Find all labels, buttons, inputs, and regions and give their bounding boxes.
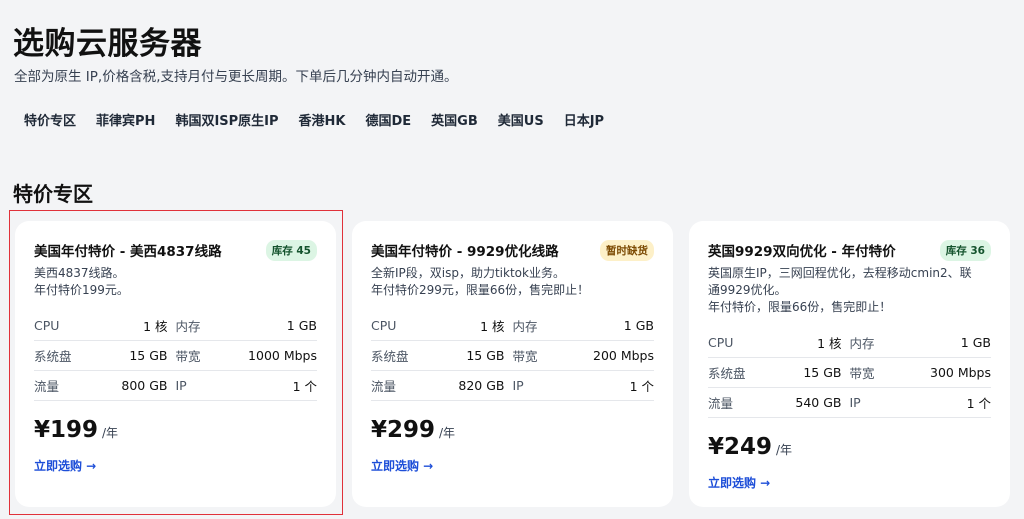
price: ¥249 <box>708 434 773 460</box>
buy-now-link[interactable]: 立即选购 → <box>34 457 96 474</box>
product-name: 美国年付特价 - 9929优化线路 <box>371 244 559 260</box>
spec-value: 1 GB <box>623 318 654 333</box>
region-tabs: 特价专区 菲律宾PH 韩国双ISP原生IP 香港HK 德国DE 英国GB 美国U… <box>14 106 614 133</box>
spec-row: 流量 800 GB IP 1 个 <box>34 371 317 401</box>
section-title: 特价专区 <box>13 182 93 206</box>
product-description: 英国原生IP，三网回程优化，去程移动cmin2、联 通9929优化。 年付特价，… <box>708 266 972 314</box>
price-unit: /年 <box>102 426 119 440</box>
spec-label: 流量 <box>34 379 60 394</box>
spec-table: CPU 1 核 内存 1 GB 系统盘 15 GB 带宽 200 Mbps 流量 820 … <box>371 311 654 401</box>
spec-label: 带宽 <box>849 366 875 381</box>
spec-row: CPU 1 核 内存 1 GB <box>708 328 991 358</box>
spec-value: 15 GB <box>129 348 168 363</box>
spec-label: IP <box>512 378 524 393</box>
spec-label: 内存 <box>175 319 201 334</box>
price-unit: /年 <box>776 443 793 457</box>
tab-uk[interactable]: 英国GB <box>421 106 488 133</box>
tab-korea[interactable]: 韩国双ISP原生IP <box>165 106 288 133</box>
product-card: 美国年付特价 - 9929优化线路 暂时缺货 全新IP段，双isp，助力tikt… <box>352 221 673 507</box>
product-name: 美国年付特价 - 美西4837线路 <box>34 244 222 260</box>
spec-label: 带宽 <box>512 349 538 364</box>
stock-badge: 库存 45 <box>265 239 317 261</box>
page-subtitle: 全部为原生 IP,价格含税,支持月付与更长周期。下单后几分钟内自动开通。 <box>14 69 458 85</box>
spec-label: 系统盘 <box>371 349 409 364</box>
tab-philippines[interactable]: 菲律宾PH <box>86 106 165 133</box>
page-title: 选购云服务器 <box>13 26 202 62</box>
product-card: 美国年付特价 - 美西4837线路 库存 45 美西4837线路。 年付特价19… <box>15 221 336 507</box>
spec-row: 系统盘 15 GB 带宽 200 Mbps <box>371 341 654 371</box>
tab-specials[interactable]: 特价专区 <box>14 106 86 133</box>
spec-value: 1 GB <box>960 335 991 350</box>
spec-table: CPU 1 核 内存 1 GB 系统盘 15 GB 带宽 300 Mbps 流量 540 … <box>708 328 991 418</box>
price: ¥299 <box>371 417 436 443</box>
price-unit: /年 <box>439 426 456 440</box>
product-name: 英国9929双向优化 - 年付特价 <box>708 244 896 260</box>
buy-now-link[interactable]: 立即选购 → <box>708 474 770 491</box>
spec-label: 内存 <box>849 336 875 351</box>
spec-value: 1 GB <box>286 318 317 333</box>
spec-row: 流量 540 GB IP 1 个 <box>708 388 991 418</box>
tab-germany[interactable]: 德国DE <box>356 106 422 133</box>
spec-value: 540 GB <box>795 395 842 410</box>
spec-label: CPU <box>708 335 734 350</box>
spec-label: 流量 <box>371 379 397 394</box>
spec-value: 1 个 <box>629 379 654 394</box>
spec-value: 15 GB <box>803 365 842 380</box>
spec-value: 1 个 <box>292 379 317 394</box>
spec-label: IP <box>175 378 187 393</box>
spec-label: 带宽 <box>175 349 201 364</box>
spec-value: 1 核 <box>480 319 505 334</box>
spec-value: 1000 Mbps <box>248 348 317 363</box>
spec-label: CPU <box>371 318 397 333</box>
product-card: 英国9929双向优化 - 年付特价 库存 36 英国原生IP，三网回程优化，去程… <box>689 221 1010 507</box>
spec-label: 系统盘 <box>708 366 746 381</box>
stock-badge: 库存 36 <box>939 239 991 261</box>
buy-now-link[interactable]: 立即选购 → <box>371 457 433 474</box>
spec-label: IP <box>849 395 861 410</box>
spec-value: 1 核 <box>143 319 168 334</box>
spec-row: 系统盘 15 GB 带宽 1000 Mbps <box>34 341 317 371</box>
price: ¥199 <box>34 417 99 443</box>
product-description: 美西4837线路。 年付特价199元。 <box>34 266 129 297</box>
tab-us[interactable]: 美国US <box>488 106 554 133</box>
tab-japan[interactable]: 日本JP <box>554 106 614 133</box>
spec-value: 15 GB <box>466 348 505 363</box>
tab-hongkong[interactable]: 香港HK <box>289 106 356 133</box>
stock-badge: 暂时缺货 <box>600 239 654 261</box>
spec-value: 1 个 <box>966 396 991 411</box>
spec-value: 1 核 <box>817 336 842 351</box>
spec-value: 800 GB <box>121 378 168 393</box>
spec-label: CPU <box>34 318 60 333</box>
spec-row: 系统盘 15 GB 带宽 300 Mbps <box>708 358 991 388</box>
spec-label: 系统盘 <box>34 349 72 364</box>
spec-value: 200 Mbps <box>593 348 654 363</box>
spec-row: CPU 1 核 内存 1 GB <box>34 311 317 341</box>
spec-label: 流量 <box>708 396 734 411</box>
spec-label: 内存 <box>512 319 538 334</box>
product-description: 全新IP段，双isp，助力tiktok业务。 年付特价299元，限量66份，售完… <box>371 266 590 297</box>
spec-value: 820 GB <box>458 378 505 393</box>
spec-value: 300 Mbps <box>930 365 991 380</box>
spec-table: CPU 1 核 内存 1 GB 系统盘 15 GB 带宽 1000 Mbps 流量 800… <box>34 311 317 401</box>
spec-row: CPU 1 核 内存 1 GB <box>371 311 654 341</box>
spec-row: 流量 820 GB IP 1 个 <box>371 371 654 401</box>
